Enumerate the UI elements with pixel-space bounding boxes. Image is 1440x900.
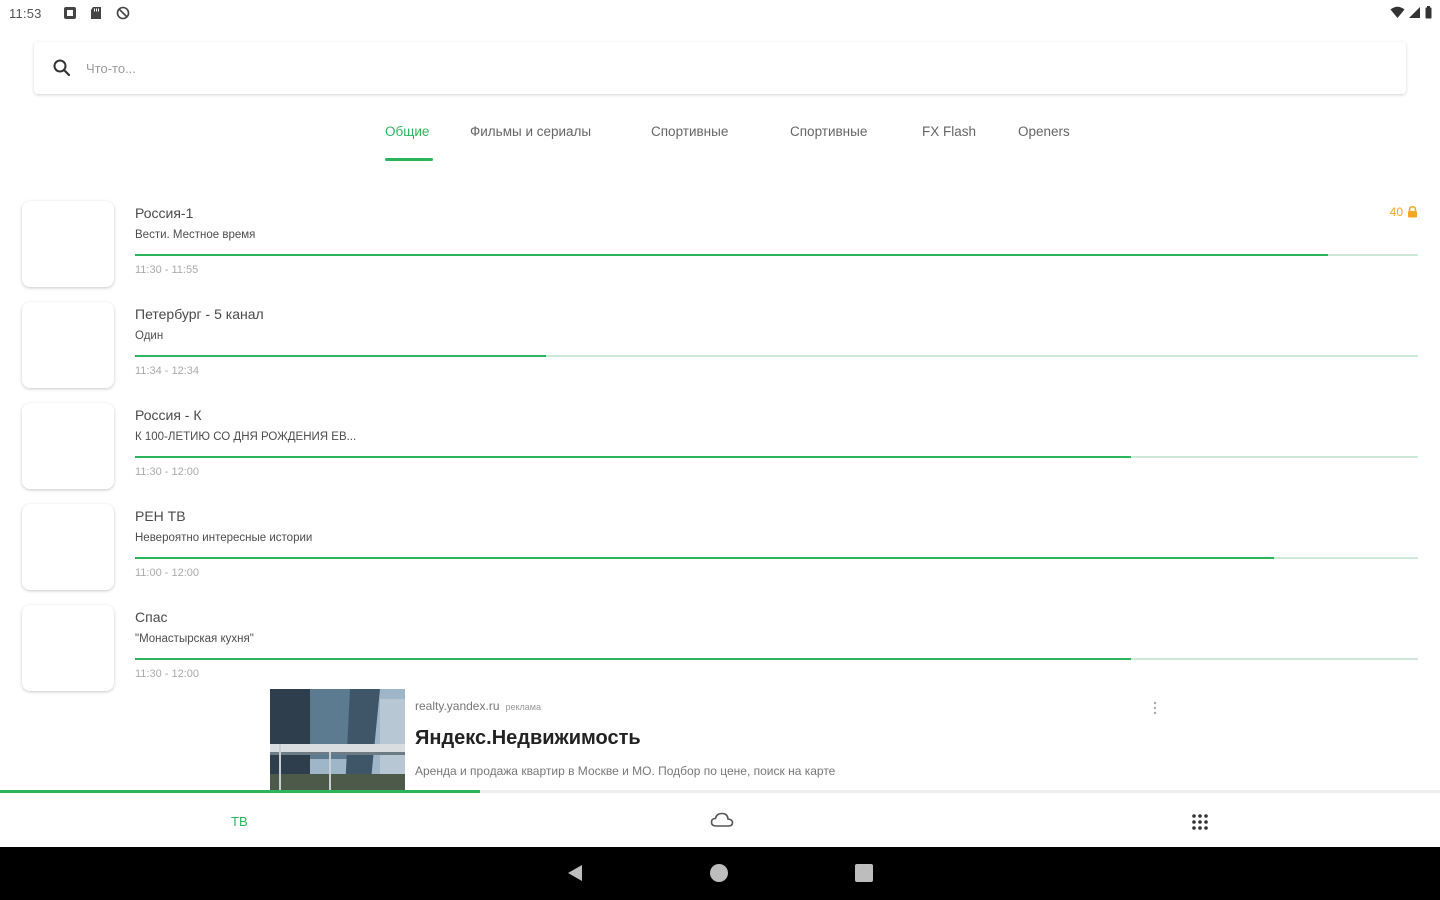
more-options-icon[interactable] bbox=[1150, 699, 1160, 717]
channel-name: Спас bbox=[135, 609, 168, 625]
program-progress-fill bbox=[135, 355, 546, 357]
program-time: 11:34 - 12:34 bbox=[135, 365, 200, 377]
recent-apps-icon[interactable] bbox=[855, 864, 873, 882]
program-time: 11:00 - 12:00 bbox=[135, 567, 200, 579]
ad-banner[interactable]: realty.yandex.ru реклама Яндекс.Недвижимо… bbox=[270, 689, 1170, 790]
sd-card-icon bbox=[91, 7, 101, 19]
bottom-navigation: ТВ bbox=[0, 793, 1440, 847]
channel-row[interactable]: Россия-1 Вести. Местное время 11:30 - 11… bbox=[0, 201, 1440, 302]
wifi-icon bbox=[1390, 6, 1405, 18]
ad-description: Аренда и продажа квартир в Москве и МО. … bbox=[415, 764, 836, 778]
signal-icon bbox=[1409, 7, 1420, 18]
cloud-icon[interactable] bbox=[710, 811, 734, 829]
ad-label: реклама bbox=[505, 702, 542, 712]
program-title: К 100-ЛЕТИЮ СО ДНЯ РОЖДЕНИЯ ЕВ... bbox=[135, 431, 357, 443]
tab-openers[interactable]: Openers bbox=[1018, 124, 1070, 139]
category-tabs: Общие Фильмы и сериалы Спортивные Спорти… bbox=[0, 112, 1440, 164]
tab-movies-series[interactable]: Фильмы и сериалы bbox=[470, 124, 591, 139]
grid-icon[interactable] bbox=[1190, 812, 1210, 832]
nav-tv-tab[interactable]: ТВ bbox=[231, 814, 248, 829]
status-bar: 11:53 bbox=[0, 0, 1440, 28]
search-bar[interactable] bbox=[34, 42, 1406, 94]
program-time: 11:30 - 12:00 bbox=[135, 668, 200, 680]
channel-name: Петербург - 5 канал bbox=[135, 306, 264, 322]
system-navigation-bar bbox=[0, 847, 1440, 900]
program-progress-fill bbox=[135, 254, 1329, 256]
status-right-icons bbox=[1390, 6, 1432, 19]
program-time: 11:30 - 12:00 bbox=[135, 466, 200, 478]
program-progress bbox=[135, 456, 1418, 458]
age-rating-value: 40 bbox=[1389, 205, 1403, 219]
tab-general[interactable]: Общие bbox=[385, 124, 429, 139]
age-rating: 40 bbox=[1390, 205, 1418, 219]
ad-title[interactable]: Яндекс.Недвижимость bbox=[415, 727, 641, 750]
channel-name: Россия - К bbox=[135, 407, 202, 423]
channel-logo bbox=[22, 504, 114, 590]
program-progress bbox=[135, 254, 1418, 256]
program-title: Невероятно интересные истории bbox=[135, 532, 313, 544]
channel-name: Россия-1 bbox=[135, 205, 194, 221]
ad-image bbox=[270, 689, 405, 790]
program-progress bbox=[135, 557, 1418, 559]
notification-icon bbox=[64, 7, 76, 19]
tab-sports-2[interactable]: Спортивные bbox=[790, 124, 867, 139]
channel-logo bbox=[22, 403, 114, 489]
back-icon[interactable] bbox=[566, 864, 584, 882]
battery-icon bbox=[1425, 6, 1432, 19]
program-title: Один bbox=[135, 330, 164, 342]
search-input[interactable] bbox=[86, 56, 1366, 80]
program-progress-fill bbox=[135, 456, 1131, 458]
blocked-icon bbox=[116, 6, 130, 20]
program-progress-fill bbox=[135, 658, 1131, 660]
tab-indicator bbox=[385, 158, 433, 161]
channel-logo bbox=[22, 605, 114, 691]
program-time: 11:30 - 11:55 bbox=[135, 264, 199, 276]
channel-row[interactable]: РЕН ТВ Невероятно интересные истории 11:… bbox=[0, 504, 1440, 605]
ad-domain[interactable]: realty.yandex.ru реклама bbox=[415, 699, 541, 713]
channel-name: РЕН ТВ bbox=[135, 508, 186, 524]
program-progress bbox=[135, 355, 1418, 357]
search-icon bbox=[53, 59, 71, 77]
home-icon[interactable] bbox=[710, 864, 728, 882]
program-progress bbox=[135, 658, 1418, 660]
channel-logo bbox=[22, 201, 114, 287]
ad-domain-text: realty.yandex.ru bbox=[415, 699, 500, 713]
channel-row[interactable]: Россия - К К 100-ЛЕТИЮ СО ДНЯ РОЖДЕНИЯ Е… bbox=[0, 403, 1440, 504]
program-title: "Монастырская кухня" bbox=[135, 633, 254, 645]
lock-icon bbox=[1408, 206, 1417, 218]
program-title: Вести. Местное время bbox=[135, 229, 256, 241]
tab-fx-flash[interactable]: FX Flash bbox=[922, 124, 976, 139]
channel-row[interactable]: Петербург - 5 канал Один 11:34 - 12:34 bbox=[0, 302, 1440, 403]
program-progress-fill bbox=[135, 557, 1275, 559]
channel-logo bbox=[22, 302, 114, 388]
tab-sports-1[interactable]: Спортивные bbox=[651, 124, 728, 139]
status-time: 11:53 bbox=[9, 6, 42, 21]
